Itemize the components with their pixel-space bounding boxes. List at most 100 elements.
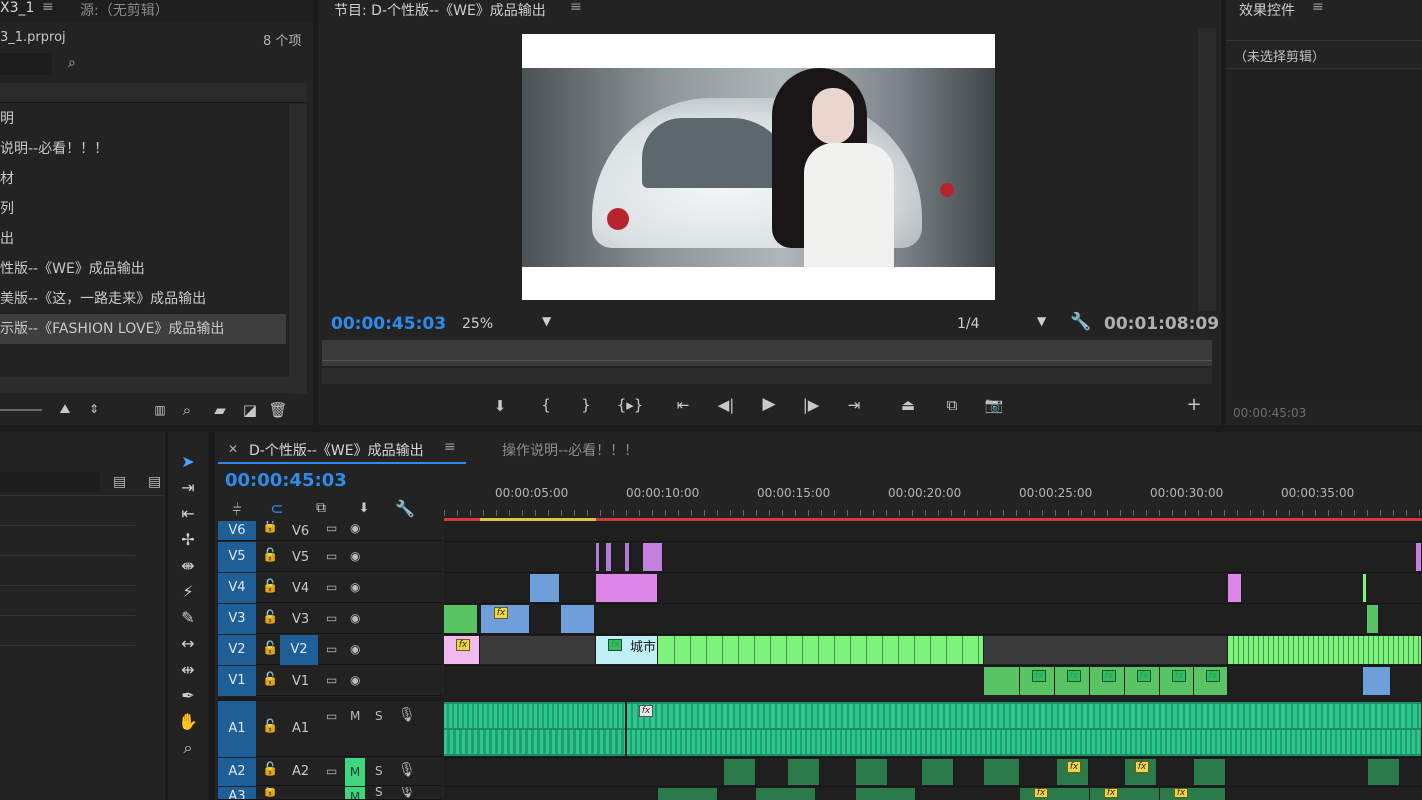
settings-wrench-icon[interactable]: 🔧 — [1070, 312, 1091, 332]
track-target-v6[interactable]: V6 — [218, 521, 256, 540]
mark-out-icon[interactable]: } — [576, 396, 596, 414]
clip-v3[interactable] — [444, 605, 478, 633]
clip-v4[interactable] — [530, 574, 560, 602]
eye-icon[interactable]: ◉ — [350, 642, 360, 656]
pen-tool-icon[interactable]: ✒ — [176, 686, 200, 705]
clip-v5[interactable] — [625, 543, 630, 571]
hand-tool-icon[interactable]: ✋ — [176, 712, 200, 731]
solo-button[interactable]: S — [375, 709, 383, 723]
audio-clip-a3[interactable] — [756, 788, 816, 800]
audio-clip-a3[interactable]: fx — [1090, 788, 1160, 800]
timeline-tab-other[interactable]: 操作说明--必看！！！ — [502, 440, 638, 460]
export-frame-camera-icon[interactable]: 📷 — [982, 396, 1006, 414]
clip-v3[interactable] — [1367, 605, 1379, 633]
eye-icon[interactable]: ◉ — [350, 611, 360, 625]
razor-blade-icon[interactable]: ✎ — [176, 608, 200, 627]
trash-icon[interactable]: 🗑 — [268, 401, 288, 419]
mute-button[interactable]: M — [350, 709, 360, 723]
slide-tool-icon[interactable]: ⇹ — [176, 660, 200, 679]
sync-lock-icon[interactable]: ▭ — [326, 521, 337, 535]
audio-clip-a2[interactable] — [1368, 759, 1400, 785]
lock-icon[interactable]: 🔓 — [262, 787, 278, 798]
add-marker-timeline-icon[interactable]: ⬇ — [354, 501, 374, 516]
audio-clip-a2[interactable] — [922, 759, 954, 785]
eye-icon[interactable]: ◉ — [350, 521, 360, 535]
lock-icon[interactable]: 🔓 — [262, 762, 278, 777]
fx-badge-icon[interactable]: fx — [494, 607, 508, 619]
sync-lock-icon[interactable]: ▭ — [326, 764, 337, 778]
program-title[interactable]: 节目: D-个性版--《WE》成品输出 — [334, 0, 546, 20]
fx-badge-icon[interactable]: fx — [639, 705, 653, 717]
clip-v5[interactable] — [606, 543, 612, 571]
button-editor-plus-icon[interactable]: + — [1184, 394, 1204, 415]
project-hscroll[interactable] — [0, 377, 307, 393]
play-icon[interactable]: ▶ — [759, 394, 779, 414]
audio-clip-a3[interactable]: fx — [1160, 788, 1226, 800]
search-input[interactable] — [0, 53, 52, 75]
solo-button[interactable]: S — [375, 787, 383, 799]
list-item[interactable]: 美版--《这，一路走来》成品输出 — [0, 284, 286, 314]
clip-v5[interactable] — [643, 543, 663, 571]
audio-clip-a2[interactable] — [1194, 759, 1226, 785]
list-item[interactable]: 出 — [0, 224, 286, 254]
mark-in-icon[interactable]: { — [536, 396, 556, 414]
audio-clip-a1[interactable]: fx — [627, 702, 1422, 756]
clip-v2-green-strip-2[interactable] — [1228, 636, 1422, 664]
source-patch-v2[interactable]: V2 — [280, 635, 318, 665]
clip-v1[interactable]: fx — [1090, 667, 1125, 695]
clip-v4[interactable] — [1363, 574, 1367, 602]
nest-icon[interactable]: ⫩ — [226, 500, 248, 520]
sort-icon[interactable]: ⇕ — [86, 402, 102, 416]
rate-stretch-tool-icon[interactable]: ⇼ — [176, 556, 200, 575]
close-tab-icon[interactable]: ✕ — [228, 442, 238, 456]
fx-badge-icon[interactable]: fx — [1104, 788, 1118, 798]
audio-clip-a2[interactable]: fx — [1125, 759, 1157, 785]
clip-v3[interactable] — [561, 605, 595, 633]
zoom-tool-icon[interactable]: ⌕ — [176, 738, 200, 758]
eye-icon[interactable]: ◉ — [350, 549, 360, 563]
program-menu-icon[interactable]: ≡ — [570, 0, 582, 15]
clip-v1[interactable]: fx — [1020, 667, 1055, 695]
snap-magnet-icon[interactable]: ⊂ — [266, 499, 288, 518]
new-item-icon[interactable]: ◪ — [240, 401, 260, 419]
track-target-v1[interactable]: V1 — [218, 666, 256, 696]
clip-v1[interactable]: fx — [1125, 667, 1160, 695]
eye-icon[interactable]: ◉ — [350, 673, 360, 687]
fx-badge-icon[interactable]: fx — [1174, 788, 1188, 798]
clip-v5[interactable] — [1416, 543, 1422, 571]
fx-badge-icon[interactable]: fx — [456, 639, 470, 651]
lock-icon[interactable]: 🔓 — [262, 521, 278, 534]
ripple-edit-tool-icon[interactable]: ⇤ — [176, 504, 200, 523]
search-bin-icon[interactable]: ⌕ — [68, 55, 76, 71]
fx-badge-icon[interactable]: fx — [1032, 670, 1046, 682]
fx-badge-icon[interactable]: fx — [1102, 670, 1116, 682]
track-target-a3[interactable]: A3 — [218, 787, 256, 799]
lock-icon[interactable]: 🔓 — [262, 579, 278, 594]
clip-v5[interactable] — [596, 543, 600, 571]
step-forward-icon[interactable]: |▶ — [801, 396, 821, 414]
zoom-mountain-icon[interactable]: ⛰ — [54, 402, 76, 417]
clip-v4[interactable] — [596, 574, 658, 602]
razor-tool-icon[interactable]: ⚡ — [176, 582, 200, 601]
sync-lock-icon[interactable]: ▭ — [326, 642, 337, 656]
linked-selection-icon[interactable]: ⧉ — [310, 500, 332, 516]
list-item[interactable]: 材 — [0, 164, 286, 194]
audio-clip-a1[interactable] — [444, 702, 626, 756]
track-target-a1[interactable]: A1 — [218, 701, 256, 757]
program-scrollbar[interactable] — [322, 368, 1212, 384]
mic-icon[interactable]: 🎙 — [398, 787, 416, 799]
audio-clip-a2[interactable] — [724, 759, 756, 785]
list-item[interactable]: 性版--《WE》成品输出 — [0, 254, 286, 284]
audio-clip-a3[interactable]: fx — [1020, 788, 1090, 800]
zoom-dropdown[interactable]: 25% ▼ — [456, 313, 562, 335]
lock-icon[interactable]: 🔓 — [262, 548, 278, 563]
fx-badge-icon[interactable]: fx — [1067, 761, 1081, 773]
project-scrollbar[interactable] — [289, 104, 307, 394]
fx-badge-icon[interactable]: fx — [1034, 788, 1048, 798]
fx-badge-icon[interactable]: fx — [1067, 670, 1081, 682]
sync-lock-icon[interactable]: ▭ — [326, 580, 337, 594]
solo-button[interactable]: S — [375, 764, 383, 778]
mute-button-active[interactable]: M — [345, 758, 365, 786]
fx-badge-icon[interactable]: fx — [608, 639, 622, 651]
program-vscroll[interactable] — [1198, 28, 1216, 311]
